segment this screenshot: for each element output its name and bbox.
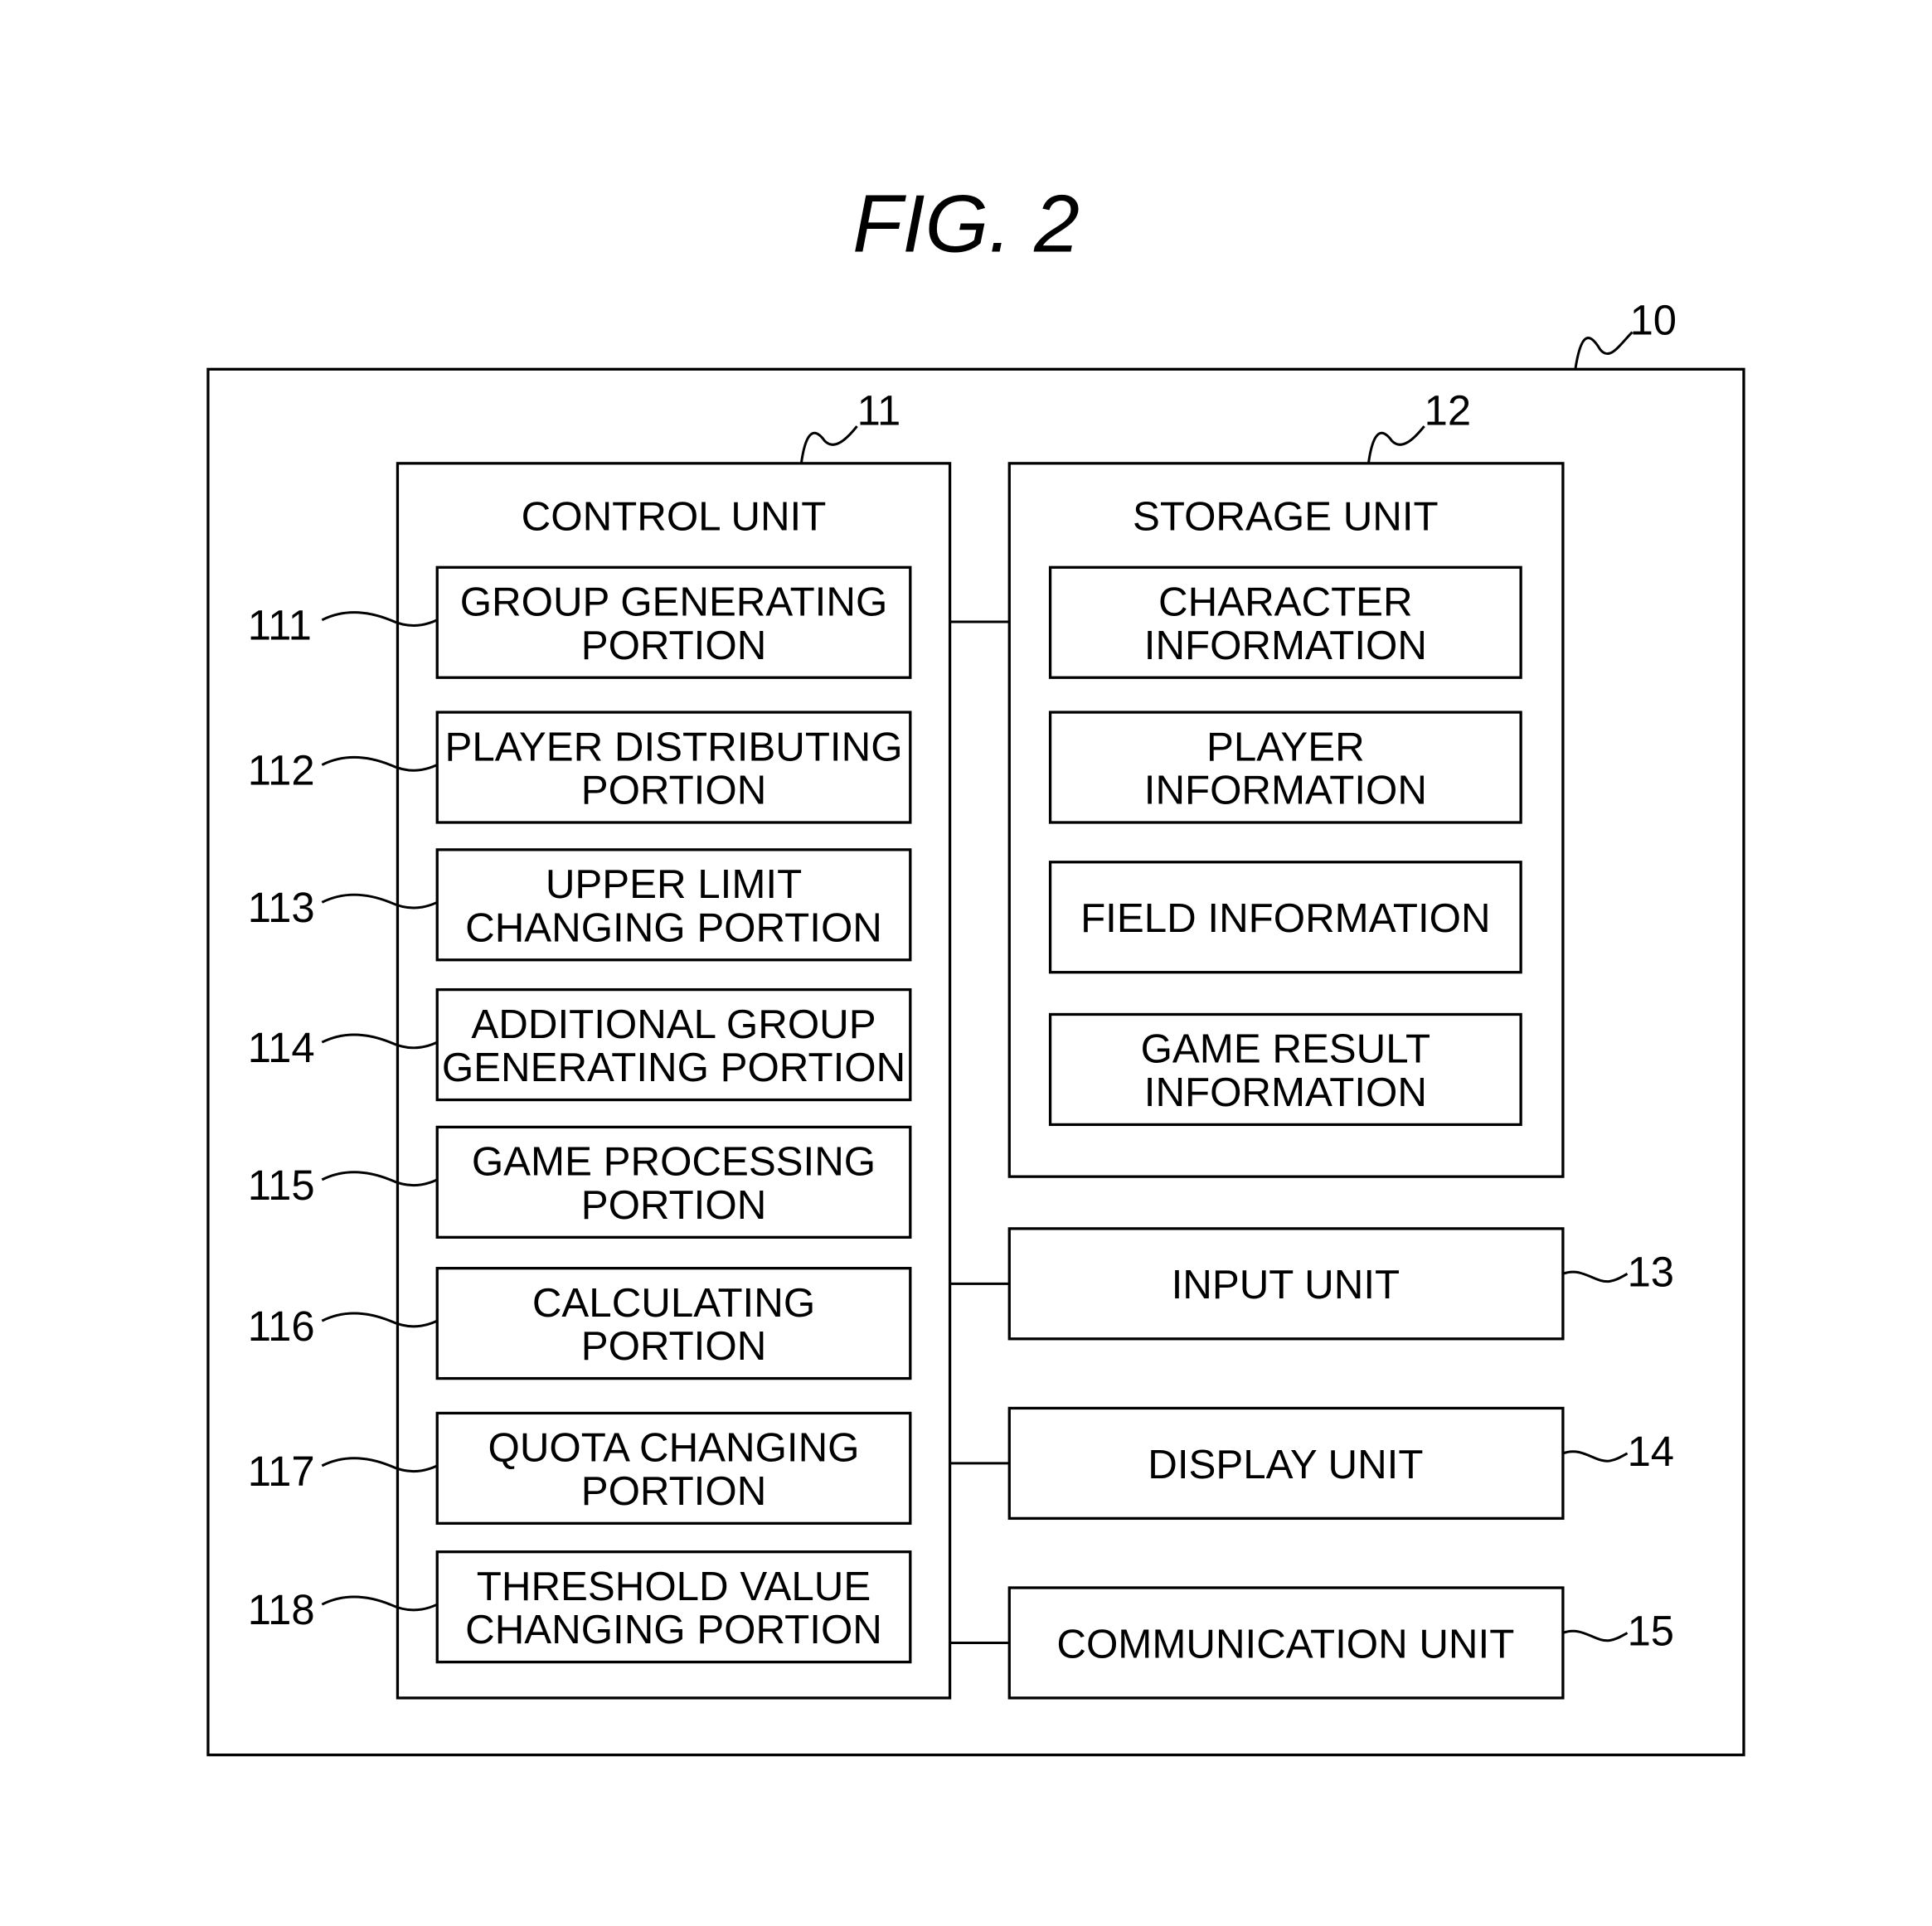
storage-item-label: FIELD INFORMATION [1080, 895, 1490, 941]
storage-unit-ref: 12 [1425, 387, 1471, 434]
storage-item-label: INFORMATION [1144, 1070, 1427, 1115]
control-unit-ref: 11 [857, 387, 901, 434]
storage-item-block: CHARACTERINFORMATION [1048, 565, 1522, 679]
unit-label: DISPLAY UNIT [1148, 1442, 1423, 1487]
portion-label: CALCULATING [532, 1280, 815, 1326]
storage-item-label: CHARACTER [1158, 580, 1413, 625]
figure-title: FIG. 2 [852, 177, 1080, 269]
portion-label: PORTION [581, 623, 767, 668]
unit-ref: 14 [1628, 1428, 1674, 1475]
portion-label: GAME PROCESSING [472, 1139, 876, 1185]
portion-label: UPPER LIMIT [546, 861, 802, 907]
storage-item-block: FIELD INFORMATION [1048, 861, 1522, 974]
portion-label: GENERATING PORTION [442, 1045, 905, 1090]
portion-ref: 115 [248, 1162, 315, 1209]
portion-ref: 111 [248, 602, 312, 649]
storage-item-block: GAME RESULTINFORMATION [1048, 1012, 1522, 1127]
storage-item-label: GAME RESULT [1141, 1026, 1430, 1072]
portion-ref: 117 [248, 1448, 315, 1495]
unit-label: INPUT UNIT [1172, 1262, 1400, 1307]
device-ref: 10 [1630, 297, 1677, 344]
unit-label: COMMUNICATION UNIT [1056, 1621, 1514, 1666]
portion-label: PORTION [581, 1323, 767, 1369]
block-diagram: FIG. 2 10 CONTROL UNIT 11 GROUP GENERATI… [206, 177, 1745, 1757]
portion-label: ADDITIONAL GROUP [471, 1002, 876, 1047]
control-unit-label: CONTROL UNIT [522, 493, 827, 539]
portion-ref: 113 [248, 884, 315, 931]
storage-item-label: PLAYER [1206, 724, 1365, 769]
storage-item-label: INFORMATION [1144, 768, 1427, 813]
storage-item-block: PLAYERINFORMATION [1048, 711, 1522, 824]
portion-ref: 116 [248, 1303, 315, 1350]
storage-unit-label: STORAGE UNIT [1133, 493, 1439, 539]
portion-label: GROUP GENERATING [460, 580, 888, 625]
portion-ref: 118 [248, 1586, 315, 1633]
portion-ref: 112 [248, 746, 315, 793]
portion-label: PORTION [581, 1468, 767, 1514]
portion-label: PLAYER DISTRIBUTING [444, 724, 902, 769]
portion-label: CHANGING PORTION [465, 1607, 882, 1652]
unit-ref: 15 [1628, 1607, 1674, 1654]
portion-label: THRESHOLD VALUE [477, 1564, 871, 1609]
portion-label: PORTION [581, 768, 767, 813]
unit-ref: 13 [1628, 1248, 1674, 1295]
portion-label: PORTION [581, 1182, 767, 1228]
portion-ref: 114 [248, 1024, 315, 1071]
device-leader [1574, 331, 1633, 370]
portion-label: QUOTA CHANGING [488, 1425, 860, 1471]
storage-item-label: INFORMATION [1144, 623, 1427, 668]
portion-label: CHANGING PORTION [465, 905, 882, 950]
